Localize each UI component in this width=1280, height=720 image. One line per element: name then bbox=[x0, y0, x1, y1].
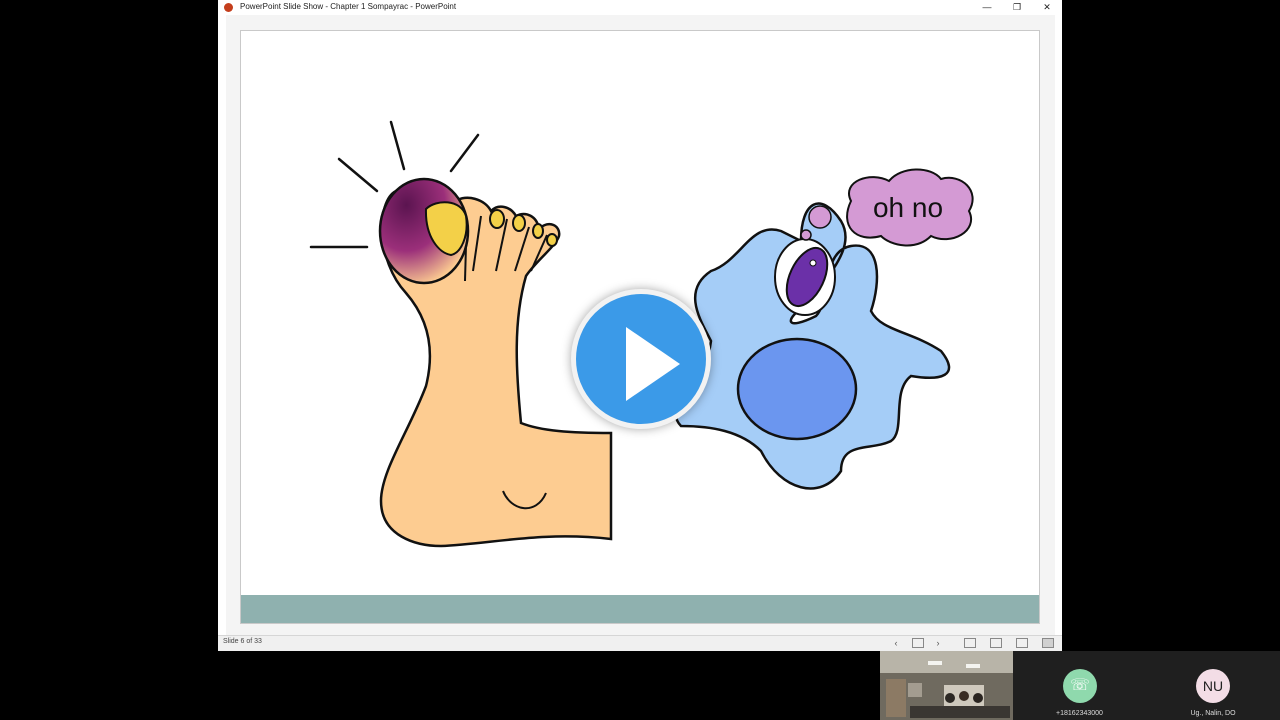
thought-dot bbox=[808, 205, 832, 229]
close-button[interactable]: ✕ bbox=[1032, 0, 1062, 15]
status-bar: Slide 6 of 33 ‹ › bbox=[218, 635, 1062, 651]
play-video-button[interactable] bbox=[571, 289, 711, 429]
powerpoint-icon bbox=[224, 3, 233, 12]
thought-dot-small bbox=[800, 229, 812, 241]
thought-text: oh no bbox=[873, 192, 943, 223]
slide-footer-band bbox=[241, 595, 1039, 623]
participant-phone[interactable]: ☏ +18162343000 bbox=[1013, 651, 1146, 720]
play-icon bbox=[626, 327, 680, 401]
phone-avatar: ☏ bbox=[1063, 669, 1097, 703]
next-slide-button[interactable]: › bbox=[931, 637, 945, 649]
previous-slide-button[interactable]: ‹ bbox=[889, 637, 903, 649]
participant-label: Ug., Nalin, DO bbox=[1190, 710, 1236, 717]
cell-nucleus bbox=[736, 337, 858, 441]
slide-show-icon[interactable] bbox=[1042, 638, 1054, 648]
room-video-feed bbox=[880, 651, 1013, 720]
slide-sorter-icon[interactable] bbox=[990, 638, 1002, 648]
reading-view-icon[interactable] bbox=[1016, 638, 1028, 648]
initials-avatar: NU bbox=[1196, 669, 1230, 703]
slide-menu-icon[interactable] bbox=[912, 638, 924, 648]
participant-label: +18162343000 bbox=[1056, 710, 1103, 717]
participant-video-room[interactable] bbox=[880, 651, 1013, 720]
slide-counter: Slide 6 of 33 bbox=[223, 638, 262, 645]
restore-button[interactable]: ❐ bbox=[1002, 0, 1032, 15]
title-bar: PowerPoint Slide Show - Chapter 1 Sompay… bbox=[218, 0, 1062, 15]
window-title: PowerPoint Slide Show - Chapter 1 Sompay… bbox=[240, 2, 457, 11]
normal-view-icon[interactable] bbox=[964, 638, 976, 648]
minimize-button[interactable]: — bbox=[972, 0, 1002, 15]
participant-nalin[interactable]: NU Ug., Nalin, DO bbox=[1146, 651, 1280, 720]
